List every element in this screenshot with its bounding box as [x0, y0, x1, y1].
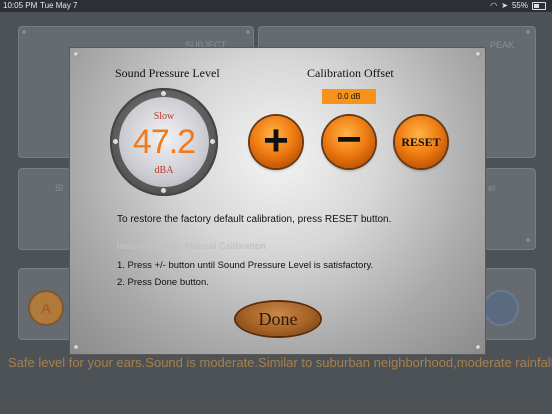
gauge-screw-icon	[113, 139, 118, 144]
background-circle-right	[483, 290, 519, 326]
location-icon: ➤	[501, 1, 508, 10]
reset-instructions: To restore the factory default calibrati…	[117, 214, 392, 225]
reset-button[interactable]: RESET	[395, 116, 447, 168]
increase-offset-button[interactable]: +	[250, 116, 302, 168]
background-panel-left	[18, 168, 70, 250]
manual-calibration-title: Instructions for Manual Calibration	[117, 241, 267, 251]
gauge-unit-label: dBA	[154, 165, 174, 176]
manual-step-1: 1. Press +/- button until Sound Pressure…	[117, 260, 374, 271]
status-date: Tue May 7	[40, 1, 78, 10]
ticker-text: Safe level for your ears.Sound is modera…	[8, 355, 552, 370]
gauge-screw-icon	[161, 91, 166, 96]
wifi-icon: ◠	[490, 1, 498, 10]
battery-percent: 55%	[511, 1, 528, 10]
calibration-dialog: Sound Pressure Level Calibration Offset …	[69, 47, 486, 355]
gauge-screw-icon	[210, 139, 215, 144]
manual-step-2: 2. Press Done button.	[117, 277, 209, 288]
status-bar: 10:05 PM Tue May 7 ◠ ➤ 55%	[0, 0, 552, 12]
status-indicators: ◠ ➤ 55%	[490, 1, 546, 10]
gauge-face: Slow 47.2 dBA	[119, 97, 209, 187]
background-badge: A	[28, 290, 64, 326]
gauge-value: 47.2	[132, 123, 196, 161]
background-rivet	[22, 30, 26, 34]
background-label-peak: PEAK	[490, 40, 515, 50]
calibration-offset-label: Calibration Offset	[307, 66, 394, 80]
background-label-right: el	[488, 183, 496, 193]
gauge-mode-label: Slow	[153, 111, 175, 122]
rivet-icon	[74, 345, 79, 350]
done-button[interactable]: Done	[236, 302, 320, 336]
gauge-screw-icon	[161, 188, 166, 193]
rivet-icon	[476, 345, 481, 350]
rivet-icon	[476, 52, 481, 57]
spl-gauge: Slow 47.2 dBA	[110, 88, 218, 196]
background-label-left: Sl	[55, 183, 64, 193]
status-time: 10:05 PM	[3, 1, 38, 10]
rivet-icon	[74, 52, 79, 57]
decrease-offset-button[interactable]: −	[323, 116, 375, 168]
background-rivet	[246, 30, 250, 34]
calibration-offset-value: 0.0 dB	[322, 89, 376, 104]
background-rivet	[526, 30, 530, 34]
battery-icon	[532, 1, 546, 10]
background-rivet	[526, 238, 530, 242]
sound-pressure-level-label: Sound Pressure Level	[115, 66, 220, 80]
